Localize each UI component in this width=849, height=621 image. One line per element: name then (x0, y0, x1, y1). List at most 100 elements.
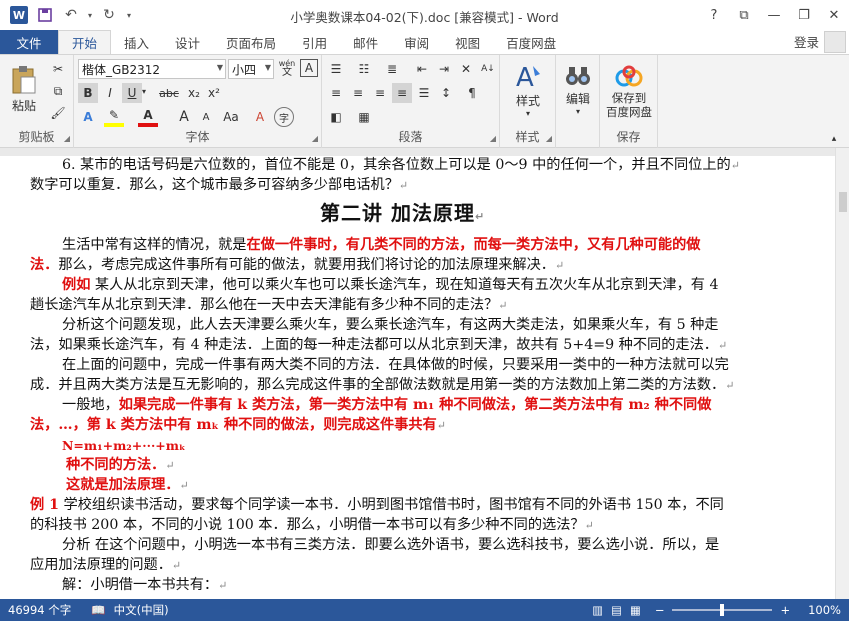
vertical-scrollbar[interactable] (835, 148, 849, 599)
redo-icon[interactable]: ↻ (96, 3, 122, 27)
ribbon-display-options-icon[interactable]: ⧉ (729, 0, 759, 30)
title-bar: W ↶ ▾ ↻ ▾ 小学奥数课本04-02(下).doc [兼容模式] - Wo… (0, 0, 849, 30)
shrink-font-button[interactable]: A (196, 107, 216, 127)
tab-insert[interactable]: 插入 (111, 30, 162, 54)
align-center-icon[interactable]: ≡ (348, 83, 368, 103)
grow-font-button[interactable]: A (174, 107, 194, 127)
read-mode-icon[interactable]: ▥ (592, 603, 603, 617)
italic-button[interactable]: I (100, 83, 120, 103)
font-launcher-icon[interactable]: ◢ (312, 134, 318, 143)
distributed-icon[interactable]: ☰ (414, 83, 434, 103)
print-layout-icon[interactable]: ▤ (611, 603, 622, 617)
line-spacing-icon[interactable]: ↕ (436, 83, 456, 103)
zoom-out-button[interactable]: − (655, 603, 665, 617)
undo-icon[interactable]: ↶ (58, 3, 84, 27)
cut-icon[interactable]: ✂ (48, 59, 68, 79)
doc-line: 一般地，如果完成一件事有 k 类方法，第一类方法中有 m₁ 种不同做法，第二类方… (62, 397, 712, 413)
styles-button[interactable]: A 样式 ▾ (506, 59, 550, 121)
restore-button[interactable]: ❐ (789, 0, 819, 30)
tab-file[interactable]: 文件 (0, 30, 58, 54)
copy-icon[interactable]: ⧉ (48, 81, 68, 101)
borders-icon[interactable]: ▦ (354, 107, 374, 127)
clear-formatting-button[interactable]: A (250, 107, 270, 127)
doc-line: 分析 在这个问题中，小明选一本书有三类方法．即要么选外语书，要么选科技书，要么选… (62, 537, 720, 553)
help-button[interactable]: ? (699, 0, 729, 30)
tab-review[interactable]: 审阅 (391, 30, 442, 54)
tab-page-layout[interactable]: 页面布局 (213, 30, 289, 54)
align-right-icon[interactable]: ≡ (370, 83, 390, 103)
language-indicator[interactable]: 中文(中国) (106, 602, 169, 618)
styles-launcher-icon[interactable]: ◢ (546, 134, 552, 143)
tab-references[interactable]: 引用 (289, 30, 340, 54)
strikethrough-button[interactable]: abc (156, 83, 182, 103)
highlight-icon[interactable]: ✎ (104, 107, 124, 127)
show-marks-icon[interactable]: ¶ (462, 83, 482, 103)
zoom-in-button[interactable]: + (780, 603, 790, 617)
save-to-baidu-line1: 保存到 (611, 91, 647, 105)
zoom-level[interactable]: 100% (808, 603, 841, 617)
status-bar: 46994 个字 📖 中文(中国) ▥ ▤ ▦ − + 100% (0, 599, 849, 621)
chinese-layout-icon[interactable]: ✕ (456, 59, 476, 79)
zoom-slider-thumb[interactable] (720, 604, 725, 616)
numbering-icon[interactable]: ☷ (354, 59, 374, 79)
close-button[interactable]: ✕ (819, 0, 849, 30)
proofing-icon[interactable]: 📖 (71, 603, 105, 617)
paragraph-launcher-icon[interactable]: ◢ (490, 134, 496, 143)
tab-home[interactable]: 开始 (58, 30, 112, 55)
zoom-slider[interactable] (672, 604, 773, 616)
enclose-characters-icon[interactable]: 字 (274, 107, 294, 127)
paste-button[interactable]: 粘贴 (6, 59, 42, 119)
collapse-ribbon-icon[interactable]: ▴ (826, 133, 842, 145)
doc-line: 解：小明借一本书共有：↵ (62, 577, 228, 593)
undo-dropdown-icon[interactable]: ▾ (84, 3, 96, 27)
text-effects-icon[interactable]: A (78, 107, 98, 127)
chevron-down-icon: ▾ (575, 107, 580, 116)
decrease-indent-icon[interactable]: ⇤ (412, 59, 432, 79)
tab-design[interactable]: 设计 (162, 30, 213, 54)
bold-button[interactable]: B (78, 83, 98, 103)
formula-line: N=m₁+m₂+···+mₖ (62, 438, 186, 453)
change-case-button[interactable]: Aa (218, 107, 244, 127)
shading-icon[interactable]: ◧ (326, 107, 346, 127)
align-left-icon[interactable]: ≡ (326, 83, 346, 103)
underline-dropdown-icon[interactable]: ▾ (142, 87, 146, 96)
paragraph-group-label: 段落 (398, 130, 423, 144)
tab-view[interactable]: 视图 (442, 30, 493, 54)
minimize-button[interactable]: — (759, 0, 789, 30)
superscript-button[interactable]: x² (204, 83, 224, 103)
clipboard-icon (12, 65, 36, 93)
character-border-icon[interactable]: A (300, 59, 318, 77)
subscript-button[interactable]: x₂ (184, 83, 204, 103)
binoculars-icon (566, 67, 590, 85)
bullets-icon[interactable]: ☰ (326, 59, 346, 79)
font-size-combo[interactable]: 小四 ▼ (228, 59, 274, 79)
font-color-icon[interactable]: A (138, 107, 158, 127)
document-area[interactable]: 6. 某市的电话号码是六位数的，首位不能是 0，其余各位数上可以是 0～9 中的… (0, 148, 849, 599)
justify-icon[interactable]: ≡ (392, 83, 412, 103)
avatar[interactable] (824, 31, 846, 53)
clipboard-launcher-icon[interactable]: ◢ (64, 134, 70, 143)
save-to-baidu-button[interactable]: 保存到 百度网盘 (602, 59, 656, 125)
customize-qat-icon[interactable]: ▾ (122, 3, 136, 27)
save-icon[interactable] (32, 3, 58, 27)
tab-baidu-netdisk[interactable]: 百度网盘 (493, 30, 569, 54)
editing-button[interactable]: 编辑 ▾ (559, 59, 597, 121)
format-painter-icon[interactable]: 🖌 (48, 103, 68, 123)
doc-line: 这就是加法原理．↵ (66, 477, 189, 493)
web-layout-icon[interactable]: ▦ (630, 603, 641, 617)
doc-line: 例 1 学校组织读书活动，要求每个同学读一本书．小明到图书馆借书时，图书馆有不同… (30, 497, 724, 513)
underline-button[interactable]: U (122, 83, 142, 103)
word-app-icon[interactable]: W (6, 3, 32, 27)
increase-indent-icon[interactable]: ⇥ (434, 59, 454, 79)
save-to-baidu-line2: 百度网盘 (606, 105, 652, 119)
sign-in-link[interactable]: 登录 (794, 32, 819, 51)
scrollbar-thumb[interactable] (839, 192, 847, 212)
phonetic-guide-button[interactable]: wén 文 (276, 57, 298, 79)
font-name-value: 楷体_GB2312 (82, 62, 161, 77)
tab-mailings[interactable]: 邮件 (340, 30, 391, 54)
sort-icon[interactable]: A↓ (478, 59, 498, 79)
doc-line: 趟长途汽车从北京到天津．那么他在一天中去天津能有多少种不同的走法？↵ (30, 297, 508, 313)
word-count[interactable]: 46994 个字 (0, 602, 71, 618)
font-name-combo[interactable]: 楷体_GB2312 ▼ (78, 59, 226, 79)
multilevel-list-icon[interactable]: ≣ (382, 59, 402, 79)
